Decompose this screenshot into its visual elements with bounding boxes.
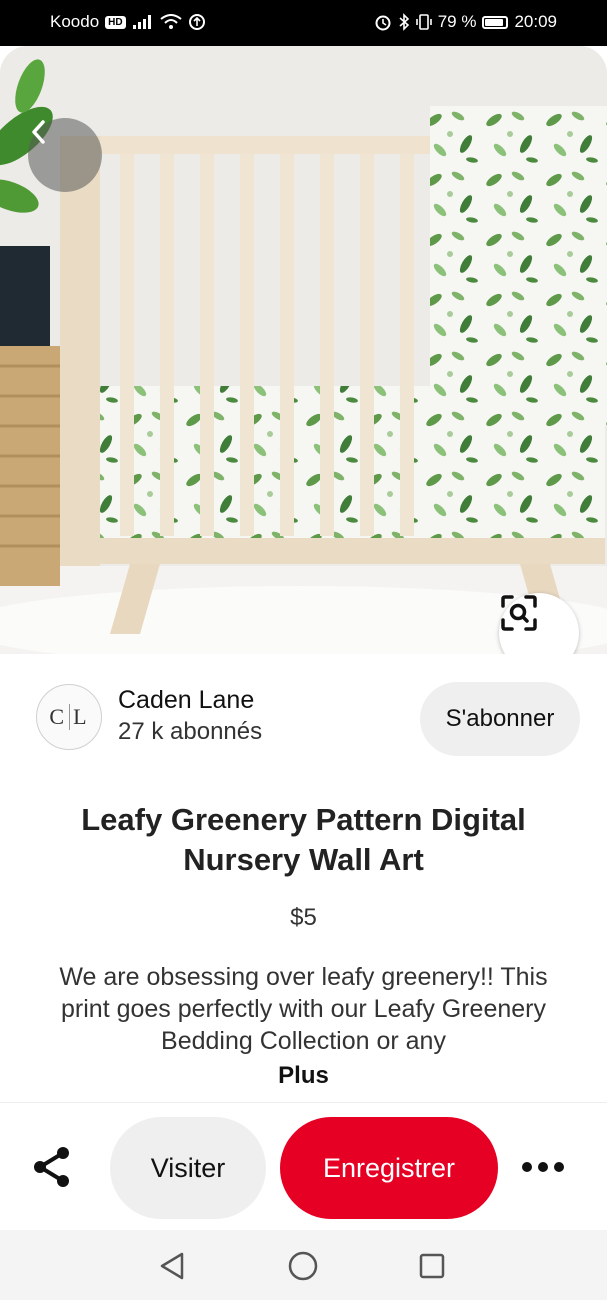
avatar-initial-right: L xyxy=(73,704,89,729)
clock: 20:09 xyxy=(514,12,557,31)
vibrate-icon xyxy=(415,14,432,30)
chevron-left-icon xyxy=(32,120,45,144)
battery-icon xyxy=(482,15,509,29)
visit-button[interactable]: Visiter xyxy=(110,1117,266,1219)
battery-percent: 79 % xyxy=(437,12,477,31)
avatar[interactable]: C L xyxy=(36,684,102,750)
action-bar: Visiter Enregistrer xyxy=(0,1102,607,1230)
nav-recents-button[interactable] xyxy=(414,1248,450,1284)
battery-level xyxy=(485,18,503,26)
share-icon xyxy=(34,1147,69,1187)
data-saver-icon xyxy=(188,14,205,30)
follow-button[interactable]: S'abonner xyxy=(420,682,580,756)
status-bar: Koodo HD 79 % 20:09 xyxy=(0,0,607,46)
pin-description: We are obsessing over leafy greenery!! T… xyxy=(59,963,548,1055)
status-bar-right: 79 % 20:09 xyxy=(374,12,557,32)
hd-badge: HD xyxy=(105,15,126,29)
bluetooth-icon xyxy=(399,13,409,31)
creator-row: C L Caden Lane 27 k abonnés S'abonner xyxy=(0,682,607,758)
pin-image[interactable] xyxy=(0,46,607,654)
save-button[interactable]: Enregistrer xyxy=(280,1117,498,1219)
home-circle-icon xyxy=(288,1251,318,1281)
more-options-button[interactable] xyxy=(515,1143,571,1191)
system-nav-bar xyxy=(0,1230,607,1300)
back-button[interactable] xyxy=(28,118,102,192)
nav-home-button[interactable] xyxy=(285,1248,321,1284)
avatar-divider xyxy=(69,704,71,730)
alarm-icon xyxy=(375,15,391,31)
back-triangle-icon xyxy=(160,1252,184,1280)
more-dots-icon xyxy=(522,1162,564,1172)
more-link[interactable]: Plus xyxy=(0,1062,607,1090)
lens-search-icon xyxy=(501,595,537,631)
wifi-icon xyxy=(160,14,182,29)
pin-price: $5 xyxy=(290,904,317,931)
nav-back-button[interactable] xyxy=(154,1248,190,1284)
recents-square-icon xyxy=(419,1253,445,1279)
creator-name[interactable]: Caden Lane xyxy=(118,686,254,715)
share-button[interactable] xyxy=(28,1143,76,1191)
signal-icon xyxy=(132,15,151,29)
carrier-name: Koodo xyxy=(50,12,100,31)
status-bar-left: Koodo HD xyxy=(50,12,206,32)
pin-title: Leafy Greenery Pattern Digital Nursery W… xyxy=(81,802,526,877)
follower-count: 27 k abonnés xyxy=(118,718,263,745)
avatar-initial-left: C xyxy=(49,704,67,729)
